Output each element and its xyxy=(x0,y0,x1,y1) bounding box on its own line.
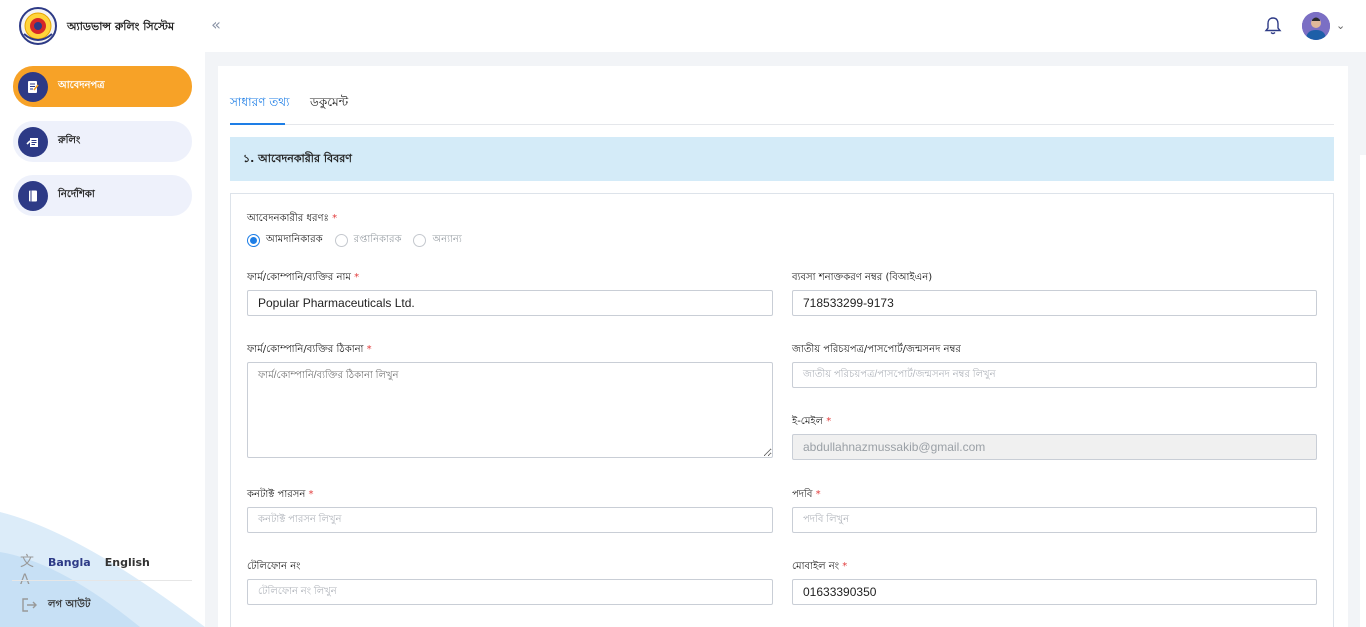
radio-importer-label: আমদানিকারক xyxy=(266,234,323,245)
company-name-label: ফার্ম/কোম্পানি/ব্যক্তির নাম * xyxy=(247,272,360,283)
section-heading: ১. আবেদনকারীর বিবরণ xyxy=(230,137,1334,181)
tab-general-info[interactable]: সাধারণ তথ্য xyxy=(230,94,290,114)
contact-person-input[interactable]: কনটাক্ট পারসন লিখুন xyxy=(247,507,773,533)
mobile-label: মোবাইল নং * xyxy=(792,561,848,572)
logout-button[interactable]: লগ আউট xyxy=(20,595,90,615)
customs-logo-icon xyxy=(19,7,57,45)
top-header: অ্যাডভান্স রুলিং সিস্টেম « ⌄ xyxy=(0,0,1366,52)
notification-bell-icon[interactable] xyxy=(1264,16,1282,36)
page-scrollbar[interactable] xyxy=(1360,155,1366,627)
app-title: অ্যাডভান্স রুলিং সিস্টেম xyxy=(67,20,175,33)
sidebar-divider xyxy=(12,580,192,581)
application-form-icon xyxy=(18,71,48,102)
radio-other[interactable] xyxy=(413,234,427,247)
designation-input[interactable]: পদবি লিখুন xyxy=(792,507,1317,533)
active-tab-indicator xyxy=(230,123,285,125)
mobile-input[interactable]: 01633390350 xyxy=(792,579,1317,605)
radio-importer[interactable] xyxy=(247,234,260,247)
sidebar-item-label: আবেদনপত্র xyxy=(58,80,105,91)
applicant-form: আবেদনকারীর ধরণঃ * আমদানিকারক রপ্তানিকারক… xyxy=(230,193,1334,627)
sidebar-item-ruling[interactable]: রুলিং xyxy=(13,121,192,162)
tab-bar: সাধারণ তথ্য ডকুমেন্ট xyxy=(230,92,1334,125)
email-label: ই-মেইল * xyxy=(792,416,832,427)
user-photo-icon xyxy=(1302,12,1330,40)
telephone-label: টেলিফোন নং xyxy=(247,561,301,572)
bin-label: ব্যবসা শনাক্তকরণ নম্বর (বিআইএন) xyxy=(792,272,933,283)
applicant-type-radio-group: আমদানিকারক রপ্তানিকারক অন্যান্য xyxy=(247,232,474,249)
radio-other-label: অন্যান্য xyxy=(432,234,462,245)
guideline-book-icon xyxy=(18,180,48,211)
tab-documents[interactable]: ডকুমেন্ট xyxy=(310,94,348,114)
language-switcher: 文A Bangla English xyxy=(20,552,150,588)
sidebar-item-guideline[interactable]: নির্দেশিকা xyxy=(13,175,192,216)
logout-icon xyxy=(22,598,37,612)
email-field: abdullahnazmussakib@gmail.com xyxy=(792,434,1317,460)
applicant-type-label: আবেদনকারীর ধরণঃ * xyxy=(247,213,338,224)
sidebar: আবেদনপত্র রুলিং নির্দেশিকা 文A Bangla Eng… xyxy=(0,52,205,627)
translate-icon: 文A xyxy=(20,554,34,588)
address-label: ফার্ম/কোম্পানি/ব্যক্তির ঠিকানা * xyxy=(247,344,372,355)
main-content: সাধারণ তথ্য ডকুমেন্ট ১. আবেদনকারীর বিবরণ… xyxy=(218,66,1348,627)
sidebar-item-application[interactable]: আবেদনপত্র xyxy=(13,66,192,107)
language-english[interactable]: English xyxy=(105,556,150,569)
sidebar-item-label: নির্দেশিকা xyxy=(58,189,95,200)
contact-person-label: কনটাক্ট পারসন * xyxy=(247,489,314,500)
company-name-input[interactable]: Popular Pharmaceuticals Ltd. xyxy=(247,290,773,316)
designation-label: পদবি * xyxy=(792,489,821,500)
nid-label: জাতীয় পরিচয়পত্র/পাসপোর্ট/জন্মসনদ নম্বর xyxy=(792,344,961,355)
address-textarea[interactable] xyxy=(247,362,773,458)
radio-exporter-label: রপ্তানিকারক xyxy=(353,234,402,245)
telephone-input[interactable]: টেলিফোন নং লিখুন xyxy=(247,579,773,605)
ruling-icon xyxy=(18,126,48,157)
sidebar-collapse-icon[interactable]: « xyxy=(206,15,226,35)
bin-input[interactable]: 718533299-9173 xyxy=(792,290,1317,316)
radio-exporter[interactable] xyxy=(334,234,348,247)
sidebar-item-label: রুলিং xyxy=(58,135,81,146)
chevron-down-icon[interactable]: ⌄ xyxy=(1336,16,1350,36)
logout-label: লগ আউট xyxy=(48,598,91,610)
nid-input[interactable]: জাতীয় পরিচয়পত্র/পাসপোর্ট/জন্মসনদ নম্বর… xyxy=(792,362,1317,388)
user-avatar[interactable] xyxy=(1302,12,1330,40)
language-bangla[interactable]: Bangla xyxy=(48,556,91,569)
